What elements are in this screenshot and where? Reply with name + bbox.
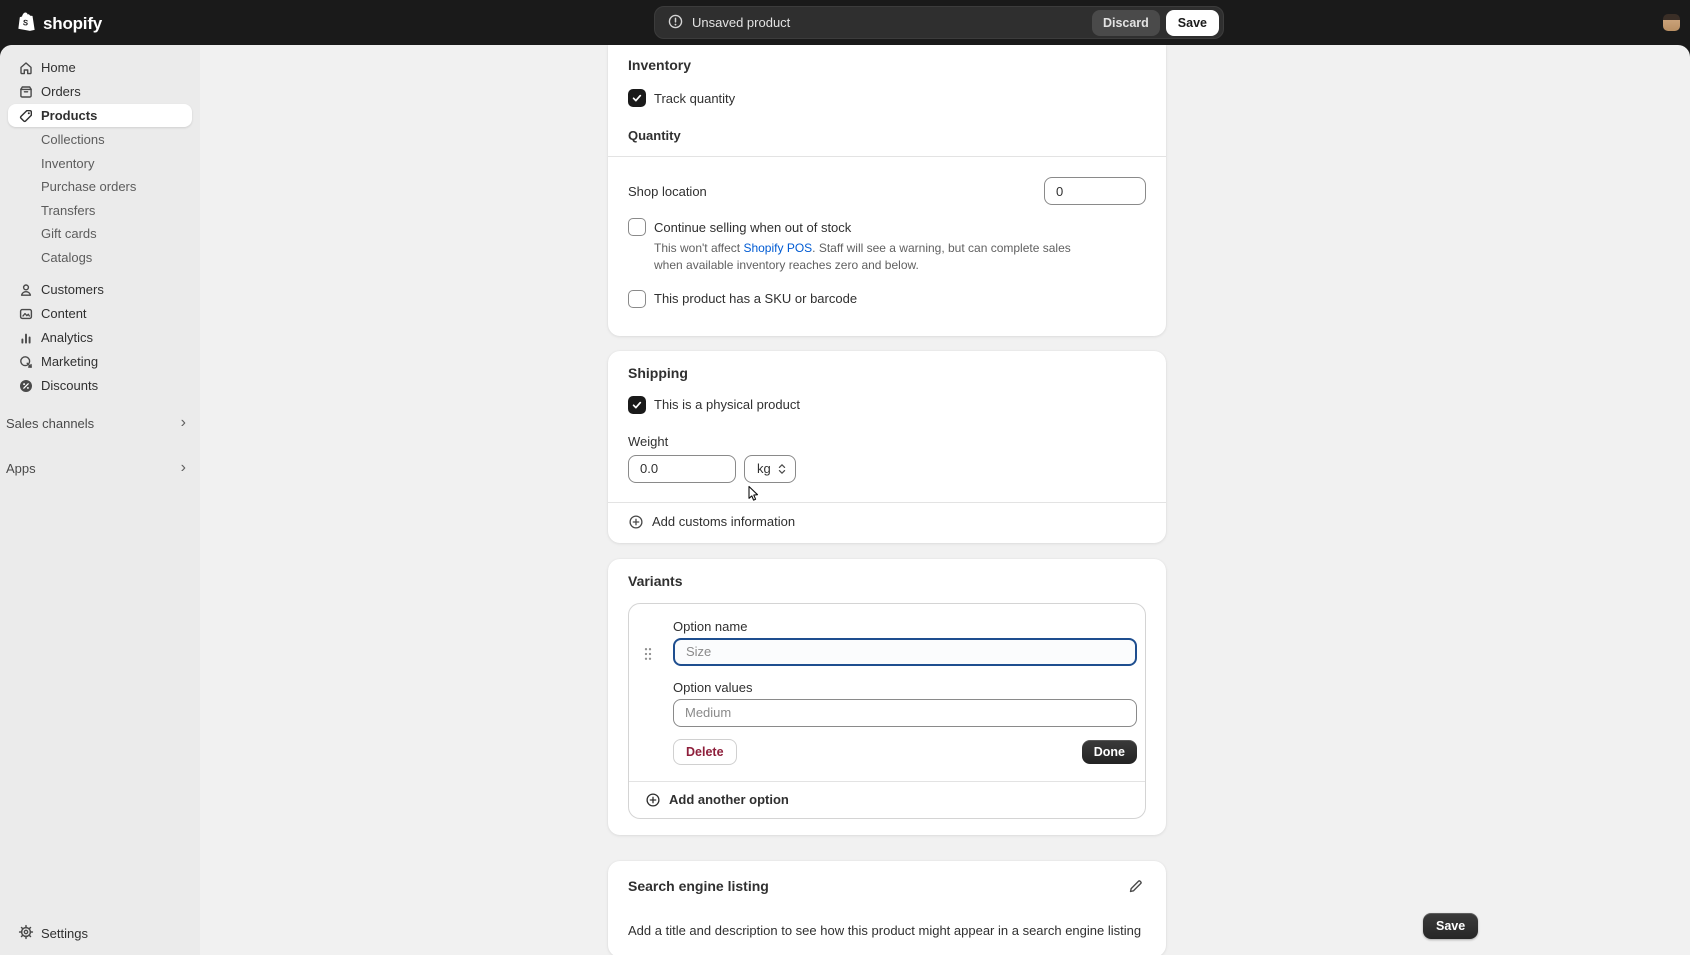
- sidebar-item-label: Customers: [41, 282, 104, 297]
- track-quantity-checkbox[interactable]: [628, 89, 646, 107]
- avatar[interactable]: [1663, 14, 1680, 31]
- unsaved-changes-bar: Unsaved product Discard Save: [654, 6, 1224, 39]
- chevron-right-icon: ›: [181, 460, 186, 476]
- products-tag-icon: [18, 108, 34, 124]
- physical-product-label: This is a physical product: [654, 397, 800, 412]
- gear-icon: [18, 924, 34, 943]
- chevron-right-icon: ›: [181, 415, 186, 431]
- discard-button[interactable]: Discard: [1092, 10, 1160, 36]
- weight-unit-value: kg: [757, 461, 771, 476]
- save-button-bottom[interactable]: Save: [1423, 913, 1478, 939]
- sidebar-item-discounts[interactable]: Discounts: [8, 374, 192, 397]
- inventory-card-title: Inventory: [608, 57, 1166, 73]
- sidebar-item-catalogs[interactable]: Catalogs: [8, 246, 192, 270]
- apps-label: Apps: [6, 461, 36, 476]
- delete-option-button[interactable]: Delete: [673, 739, 737, 765]
- app-frame: Home Orders Products Collections Invento…: [0, 45, 1690, 955]
- sidebar-item-label: Content: [41, 306, 87, 321]
- option-name-input[interactable]: [673, 638, 1137, 666]
- add-customs-button[interactable]: Add customs information: [608, 503, 1166, 543]
- shipping-card: Shipping This is a physical product Weig…: [608, 351, 1166, 543]
- sidebar-item-marketing[interactable]: Marketing: [8, 350, 192, 373]
- seo-description: Add a title and description to see how t…: [628, 923, 1146, 938]
- svg-text:S: S: [22, 18, 28, 27]
- sidebar: Home Orders Products Collections Invento…: [0, 45, 200, 955]
- shopify-logo[interactable]: S shopify: [16, 11, 102, 37]
- drag-handle-icon[interactable]: [644, 647, 652, 664]
- alert-circle-icon: [667, 13, 684, 33]
- shop-location-quantity-input[interactable]: [1044, 177, 1146, 205]
- sidebar-item-products[interactable]: Products: [8, 104, 192, 127]
- discounts-icon: [18, 378, 34, 394]
- variant-option-editor: Option name Option values Delete Done Ad…: [628, 603, 1146, 819]
- select-caret-icon: [778, 463, 786, 475]
- shopify-bag-icon: S: [16, 11, 37, 37]
- add-another-option-label: Add another option: [669, 792, 789, 807]
- sku-barcode-label: This product has a SKU or barcode: [654, 291, 857, 306]
- weight-input[interactable]: [628, 455, 736, 483]
- sidebar-item-collections[interactable]: Collections: [8, 128, 192, 152]
- sidebar-item-home[interactable]: Home: [8, 56, 192, 79]
- track-quantity-label: Track quantity: [654, 91, 735, 106]
- plus-circle-icon: [645, 792, 661, 808]
- marketing-icon: [18, 354, 34, 370]
- option-name-label: Option name: [673, 619, 1137, 634]
- continue-selling-label: Continue selling when out of stock: [654, 220, 851, 235]
- plus-circle-icon: [628, 514, 644, 530]
- option-values-input[interactable]: [673, 699, 1137, 727]
- seo-card-title: Search engine listing: [628, 878, 769, 894]
- sidebar-item-content[interactable]: Content: [8, 302, 192, 325]
- quantity-heading: Quantity: [608, 128, 1166, 143]
- sidebar-item-label: Discounts: [41, 378, 98, 393]
- sidebar-item-label: Analytics: [41, 330, 93, 345]
- continue-selling-checkbox[interactable]: [628, 218, 646, 236]
- shipping-card-title: Shipping: [608, 365, 1166, 381]
- sidebar-item-label: Home: [41, 60, 76, 75]
- sidebar-item-orders[interactable]: Orders: [8, 80, 192, 103]
- sidebar-item-analytics[interactable]: Analytics: [8, 326, 192, 349]
- variants-card-title: Variants: [608, 573, 1166, 589]
- sidebar-item-settings[interactable]: Settings: [8, 921, 192, 945]
- settings-label: Settings: [41, 926, 88, 941]
- edit-seo-button[interactable]: [1125, 876, 1146, 897]
- variants-card: Variants Option name Option values Delet…: [608, 559, 1166, 835]
- unsaved-status-text: Unsaved product: [692, 15, 1092, 30]
- sidebar-item-purchase-orders[interactable]: Purchase orders: [8, 175, 192, 199]
- continue-selling-help-text: This won't affect Shopify POS. Staff wil…: [608, 240, 1108, 274]
- pencil-icon: [1127, 878, 1144, 895]
- sidebar-item-customers[interactable]: Customers: [8, 278, 192, 301]
- inventory-card: Inventory Track quantity Quantity Shop l…: [608, 45, 1166, 336]
- physical-product-checkbox[interactable]: [628, 396, 646, 414]
- seo-card: Search engine listing Add a title and de…: [608, 861, 1166, 955]
- top-bar: S shopify Unsaved product Discard Save: [0, 0, 1690, 45]
- add-another-option-button[interactable]: Add another option: [629, 781, 1145, 818]
- sidebar-item-label: Products: [41, 108, 97, 123]
- analytics-bar-chart-icon: [18, 330, 34, 346]
- home-icon: [18, 60, 34, 76]
- sidebar-item-inventory[interactable]: Inventory: [8, 152, 192, 176]
- shopify-wordmark: shopify: [43, 14, 102, 34]
- weight-label: Weight: [608, 434, 1166, 449]
- sidebar-item-label: Marketing: [41, 354, 98, 369]
- option-values-label: Option values: [673, 680, 1137, 695]
- sidebar-section-apps[interactable]: Apps ›: [8, 456, 192, 480]
- save-button-topbar[interactable]: Save: [1166, 10, 1219, 36]
- done-option-button[interactable]: Done: [1082, 740, 1137, 764]
- add-customs-label: Add customs information: [652, 514, 795, 529]
- sidebar-item-label: Orders: [41, 84, 81, 99]
- main-content: Inventory Track quantity Quantity Shop l…: [608, 45, 1166, 955]
- customers-icon: [18, 282, 34, 298]
- sku-barcode-checkbox[interactable]: [628, 290, 646, 308]
- content-icon: [18, 306, 34, 322]
- sales-channels-label: Sales channels: [6, 416, 94, 431]
- sidebar-item-transfers[interactable]: Transfers: [8, 199, 192, 223]
- shopify-pos-link[interactable]: Shopify POS: [743, 241, 812, 255]
- sidebar-section-sales-channels[interactable]: Sales channels ›: [8, 411, 192, 435]
- shop-location-label: Shop location: [628, 184, 707, 199]
- weight-unit-select[interactable]: kg: [744, 455, 796, 483]
- sidebar-item-gift-cards[interactable]: Gift cards: [8, 222, 192, 246]
- orders-icon: [18, 84, 34, 100]
